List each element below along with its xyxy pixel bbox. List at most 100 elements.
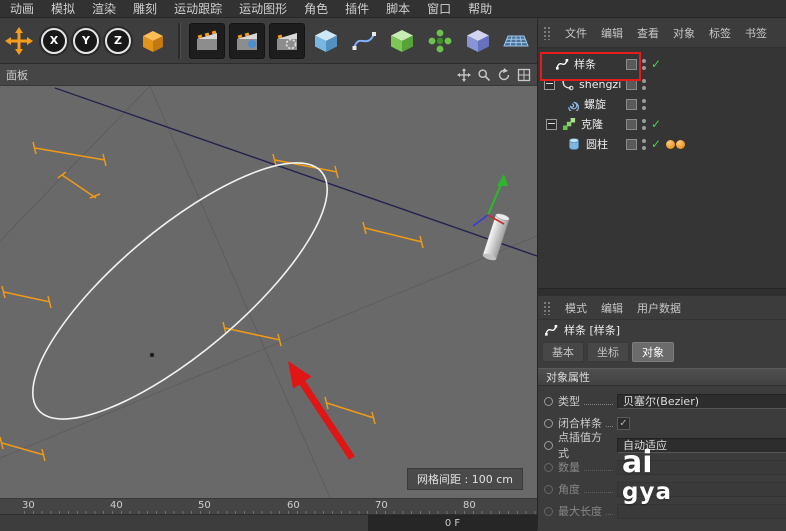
viewport-canvas[interactable]: 网格间距 : 100 cm (0, 86, 537, 498)
object-toggles: ✓ (626, 134, 685, 154)
object-row-cloner[interactable]: 克隆 ✓ (538, 114, 786, 134)
object-label: 圆柱 (586, 136, 608, 152)
section-title: 对象属性 (546, 369, 590, 385)
rotate-view-icon[interactable] (497, 68, 511, 82)
axis-x-button[interactable]: X (41, 28, 67, 54)
coordinate-system-button[interactable] (136, 24, 170, 58)
keyframe-circle-icon[interactable] (544, 419, 553, 428)
cloner-flower-icon (427, 28, 453, 54)
dot-leader (584, 403, 613, 405)
helix-icon (565, 97, 579, 111)
enabled-check-icon[interactable]: ✓ (651, 138, 661, 150)
param-row-type: 类型 贝塞尔(Bezier) (538, 390, 786, 412)
object-row-helix[interactable]: 螺旋 (538, 94, 786, 114)
enabled-check-icon[interactable]: ✓ (651, 118, 661, 130)
move-tool-button[interactable] (2, 24, 36, 58)
keyframe-circle-icon[interactable] (544, 441, 553, 450)
menu-sculpt[interactable]: 雕刻 (133, 0, 157, 17)
object-row-cylinder[interactable]: 圆柱 ✓ (538, 134, 786, 154)
menu-animation[interactable]: 动画 (10, 0, 34, 17)
param-label: 角度 (558, 481, 580, 497)
render-picture-viewer-button[interactable] (229, 23, 265, 59)
mograph-cloner-button[interactable] (423, 24, 457, 58)
menu-window[interactable]: 窗口 (427, 0, 451, 17)
tab-basic[interactable]: 基本 (542, 342, 584, 362)
visibility-dots-icon[interactable] (642, 59, 646, 70)
axis-z-button[interactable]: Z (105, 28, 131, 54)
om-menu-bookmarks[interactable]: 书签 (745, 25, 767, 41)
am-menu-userdata[interactable]: 用户数据 (637, 300, 681, 316)
move-tool-icon (5, 27, 33, 55)
om-menu-file[interactable]: 文件 (565, 25, 587, 41)
pan-view-icon[interactable] (457, 68, 471, 82)
om-menu-edit[interactable]: 编辑 (601, 25, 623, 41)
render-settings-icon (275, 29, 299, 53)
am-menu-mode[interactable]: 模式 (565, 300, 587, 316)
bezier-spline (0, 125, 362, 458)
layer-chip[interactable] (626, 99, 637, 110)
ruler-tick-label: 40 (110, 500, 123, 511)
om-menu-objects[interactable]: 对象 (673, 25, 695, 41)
menu-render[interactable]: 渲染 (92, 0, 116, 17)
menu-help[interactable]: 帮助 (468, 0, 492, 17)
close-spline-checkbox[interactable]: ✓ (617, 417, 630, 430)
panel-grip-icon[interactable] (543, 301, 551, 315)
tab-coordinates[interactable]: 坐标 (587, 342, 629, 362)
render-view-button[interactable] (189, 23, 225, 59)
menu-mograph[interactable]: 运动图形 (239, 0, 287, 17)
menu-simulate[interactable]: 模拟 (51, 0, 75, 17)
viewport-controls (457, 68, 531, 82)
dot-leader (584, 469, 613, 471)
toggle-views-icon[interactable] (517, 68, 531, 82)
visibility-dots-icon[interactable] (642, 119, 646, 130)
keyframe-circle-icon[interactable] (544, 397, 553, 406)
material-tag-icon[interactable] (666, 140, 675, 149)
frame-bar: 0 F (0, 514, 537, 531)
menu-script[interactable]: 脚本 (386, 0, 410, 17)
tab-object[interactable]: 对象 (632, 342, 674, 362)
render-picture-viewer-icon (235, 29, 259, 53)
layer-chip[interactable] (626, 139, 637, 150)
orange-cube-icon (140, 28, 166, 54)
keyframe-circle-icon (544, 507, 553, 516)
menu-motion-tracking[interactable]: 运动跟踪 (174, 0, 222, 17)
watermark: ai gya (622, 448, 672, 504)
primitive-cube-button[interactable] (309, 24, 343, 58)
am-menu-edit[interactable]: 编辑 (601, 300, 623, 316)
render-settings-button[interactable] (269, 23, 305, 59)
timeline-ruler[interactable]: 30 40 50 60 70 80 (0, 498, 537, 515)
deformer-button[interactable] (461, 24, 495, 58)
menu-character[interactable]: 角色 (304, 0, 328, 17)
dot-leader (606, 425, 613, 427)
ruler-tick-label: 30 (22, 500, 35, 511)
menu-plugins[interactable]: 插件 (345, 0, 369, 17)
axis-y-button[interactable]: Y (73, 28, 99, 54)
object-manager-menu: 文件 编辑 查看 对象 标签 书签 (538, 18, 786, 48)
spline-object-icon (544, 323, 558, 337)
cylinder-icon (567, 137, 581, 151)
type-dropdown[interactable]: 贝塞尔(Bezier) (617, 394, 786, 409)
collapse-expander-icon[interactable] (546, 119, 557, 130)
visibility-dots-icon[interactable] (642, 139, 646, 150)
subdivision-surface-button[interactable] (385, 24, 419, 58)
material-tag-icon[interactable] (676, 140, 685, 149)
attribute-tabs: 基本 坐标 对象 (542, 342, 674, 362)
right-panel: 文件 编辑 查看 对象 标签 书签 样条 ✓ (537, 18, 786, 530)
spline-pen-button[interactable] (347, 24, 381, 58)
viewport-panel-label: 面板 (6, 67, 28, 83)
object-properties-header: 对象属性 (538, 368, 786, 386)
zoom-view-icon[interactable] (477, 68, 491, 82)
layer-chip[interactable] (626, 119, 637, 130)
enabled-check-icon[interactable]: ✓ (651, 58, 661, 70)
viewport-header: 面板 (0, 64, 537, 86)
visibility-dots-icon[interactable] (642, 99, 646, 110)
floor-plane-button[interactable] (499, 24, 533, 58)
annotation-highlight-box (540, 52, 641, 81)
spline-pen-icon (351, 28, 377, 54)
om-menu-tags[interactable]: 标签 (709, 25, 731, 41)
om-menu-view[interactable]: 查看 (637, 25, 659, 41)
viewport-scene (0, 86, 537, 498)
current-frame-field[interactable]: 0 F (368, 515, 537, 531)
visibility-dots-icon[interactable] (642, 79, 646, 90)
panel-grip-icon[interactable] (543, 26, 551, 40)
